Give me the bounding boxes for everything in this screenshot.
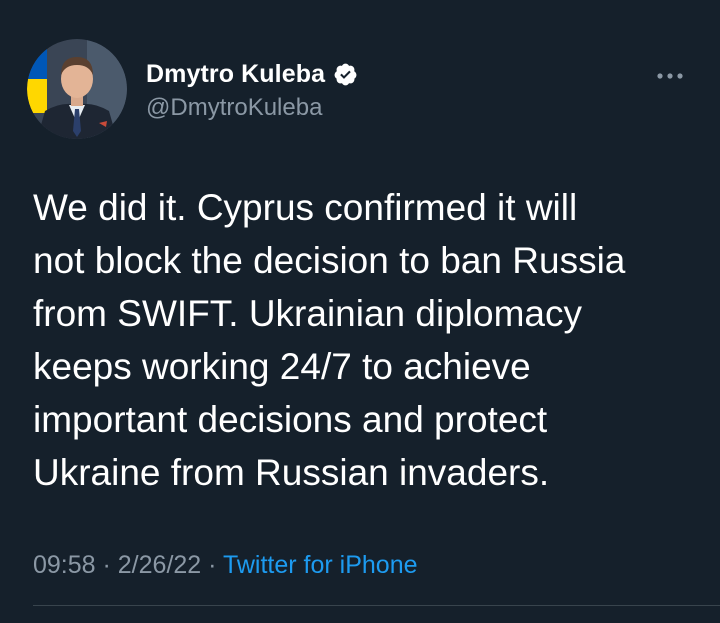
tweet-time[interactable]: 09:58: [33, 551, 96, 579]
meta-separator: ·: [201, 551, 223, 579]
divider: [33, 605, 720, 606]
author-name-row[interactable]: Dmytro Kuleba: [146, 58, 358, 90]
meta-separator: ·: [95, 551, 118, 579]
more-options-button[interactable]: [650, 66, 690, 86]
tweet-meta: 09:58 · 2/26/22 · Twitter for iPhone: [33, 551, 418, 580]
ellipsis-icon: [657, 73, 683, 79]
tweet-date[interactable]: 2/26/22: [118, 551, 201, 579]
author-display-name[interactable]: Dmytro Kuleba: [146, 60, 325, 89]
tweet-text: We did it. Cyprus confirmed it will not …: [33, 187, 626, 493]
tweet-source-link[interactable]: Twitter for iPhone: [223, 551, 418, 579]
author-handle[interactable]: @DmytroKuleba: [146, 94, 322, 122]
avatar-image: [27, 39, 127, 139]
tweet-card: Dmytro Kuleba @DmytroKuleba We did it. C…: [0, 0, 720, 623]
verified-badge-icon: [334, 63, 357, 85]
avatar[interactable]: [27, 39, 127, 139]
